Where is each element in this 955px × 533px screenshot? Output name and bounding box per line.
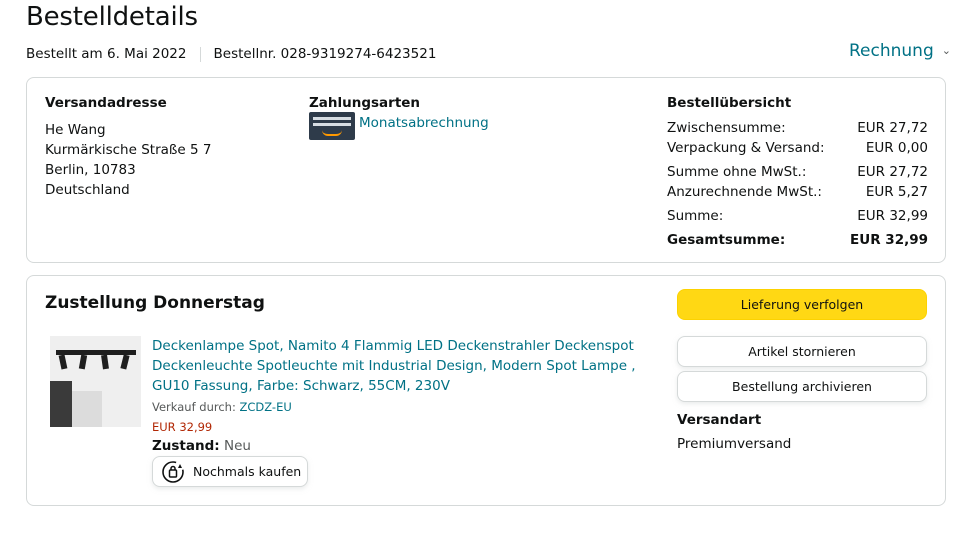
address-street: Kurmärkische Straße 5 7 — [45, 142, 212, 158]
summary-row: Verpackung & Versand: EUR 0,00 — [667, 138, 928, 158]
summary-row: Anzurechnende MwSt.: EUR 5,27 — [667, 182, 928, 202]
summary-label: Summe: — [667, 208, 724, 224]
product-condition: Zustand: Neu — [152, 438, 251, 454]
seller-prefix: Verkauf durch: — [152, 400, 236, 414]
summary-value: EUR 5,27 — [865, 184, 928, 200]
summary-heading: Bestellübersicht — [667, 95, 792, 111]
payment-heading: Zahlungsarten — [309, 95, 421, 111]
address-name: He Wang — [45, 122, 106, 138]
summary-total-label: Gesamtsumme: — [667, 232, 786, 248]
cancel-item-button[interactable]: Artikel stornieren — [677, 336, 927, 367]
summary-value: EUR 32,99 — [857, 208, 928, 224]
invoice-dropdown[interactable]: Rechnung ⌄ — [849, 41, 951, 61]
delivery-box: Zustellung Donnerstag Deckenlampe Spot, … — [26, 275, 946, 506]
buy-again-label: Nochmals kaufen — [193, 464, 302, 479]
archive-order-button[interactable]: Bestellung archivieren — [677, 371, 927, 402]
buy-again-icon — [162, 460, 184, 483]
order-meta: Bestellt am 6. Mai 2022 Bestellnr. 028-9… — [26, 46, 436, 62]
shipping-type-value: Premiumversand — [677, 436, 792, 452]
summary-label: Verpackung & Versand: — [667, 140, 825, 156]
product-price: EUR 32,99 — [152, 420, 213, 434]
chevron-down-icon: ⌄ — [941, 43, 951, 57]
shipping-type-label: Versandart — [677, 412, 762, 428]
summary-row: Summe: EUR 32,99 — [667, 206, 928, 226]
summary-label: Zwischensumme: — [667, 120, 786, 136]
summary-value: EUR 27,72 — [857, 164, 928, 180]
order-summary-box: Versandadresse He Wang Kurmärkische Stra… — [26, 77, 946, 263]
track-delivery-label: Lieferung verfolgen — [740, 297, 864, 312]
address-country: Deutschland — [45, 182, 130, 198]
product-image[interactable] — [50, 336, 141, 427]
delivery-title: Zustellung Donnerstag — [45, 293, 265, 313]
page-title: Bestelldetails — [26, 2, 198, 32]
meta-divider — [199, 46, 201, 62]
summary-row: Zwischensumme: EUR 27,72 — [667, 118, 928, 138]
product-title-link[interactable]: Deckenlampe Spot, Namito 4 Flammig LED D… — [152, 336, 652, 396]
order-number: Bestellnr. 028-9319274-6423521 — [213, 46, 437, 62]
summary-row: Summe ohne MwSt.: EUR 27,72 — [667, 162, 928, 182]
shipping-address: He Wang Kurmärkische Straße 5 7 Berlin, … — [45, 120, 211, 200]
archive-order-label: Bestellung archivieren — [732, 379, 872, 394]
order-date: Bestellt am 6. Mai 2022 — [26, 46, 187, 62]
shipping-address-heading: Versandadresse — [45, 95, 167, 111]
summary-total-row: Gesamtsumme: EUR 32,99 — [667, 230, 928, 250]
condition-value: Neu — [223, 438, 251, 454]
summary-table: Zwischensumme: EUR 27,72 Verpackung & Ve… — [667, 118, 928, 250]
summary-value: EUR 27,72 — [857, 120, 928, 136]
summary-total-value: EUR 32,99 — [850, 232, 928, 248]
cancel-item-label: Artikel stornieren — [748, 344, 856, 359]
summary-label: Anzurechnende MwSt.: — [667, 184, 822, 200]
buy-again-button[interactable]: Nochmals kaufen — [152, 456, 308, 487]
track-delivery-button[interactable]: Lieferung verfolgen — [677, 289, 927, 320]
summary-label: Summe ohne MwSt.: — [667, 164, 807, 180]
summary-value: EUR 0,00 — [865, 140, 928, 156]
condition-label: Zustand: — [152, 438, 220, 454]
invoice-label: Rechnung — [849, 41, 934, 61]
payment-card-icon — [309, 112, 355, 140]
seller-line: Verkauf durch: ZCDZ-EU — [152, 400, 292, 414]
seller-link[interactable]: ZCDZ-EU — [239, 400, 291, 414]
address-city: Berlin, 10783 — [45, 162, 136, 178]
ceiling-lamp-image — [50, 336, 141, 427]
payment-method-link[interactable]: Monatsabrechnung — [359, 115, 489, 131]
